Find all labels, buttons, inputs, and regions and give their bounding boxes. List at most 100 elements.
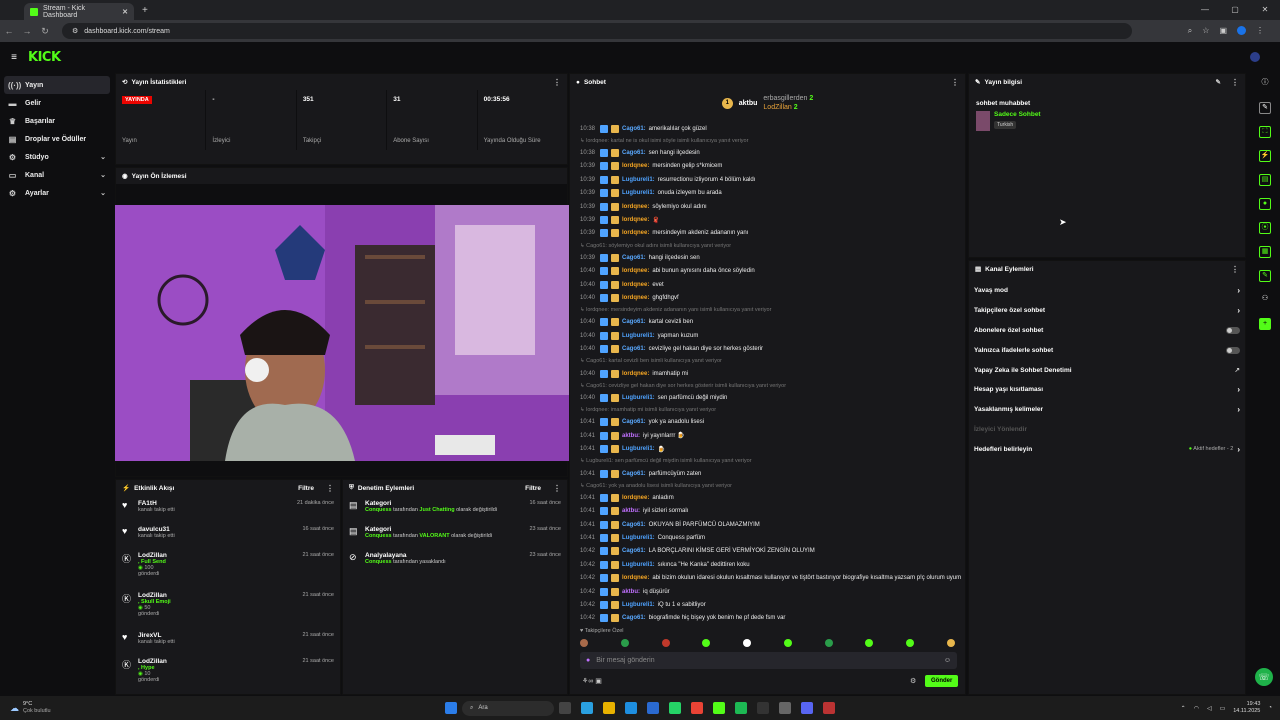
back-icon[interactable]: ← (0, 26, 18, 36)
chat-username[interactable]: lordqnee: (622, 163, 649, 169)
chat-message[interactable]: 10:40 lordqnee: imamhatip mi (570, 367, 965, 380)
chat-message[interactable]: 10:41 Cago61: OKUYAN Bİ PARFÜMCÜ OLAMAZM… (570, 518, 965, 531)
chat-message[interactable]: 10:42 Cago61: LA BORÇLARINI KİMSE GERİ V… (570, 545, 965, 558)
chat-message[interactable]: 10:39 lordqnee: mersindeyim akdeniz adan… (570, 227, 965, 240)
chat-message[interactable]: 10:41 Cago61: parfümcüyüm zaten (570, 467, 965, 480)
chat-message-list[interactable]: 10:38 Cago61: amerikalılar çok güzel ↳ lo… (570, 122, 965, 627)
sidebar-item-studyo[interactable]: ⚙ Stüdyo ⌄ (0, 148, 114, 166)
sidebar-item-gelir[interactable]: ▬ Gelir (0, 94, 114, 112)
emote-icon[interactable] (865, 639, 874, 647)
chat-username[interactable]: lordqnee: (622, 575, 649, 581)
chat-username[interactable]: Cago61: (622, 615, 646, 621)
chat-message[interactable]: 10:40 lordqnee: evet (570, 278, 965, 291)
sidebar-item-kanal[interactable]: ▭ Kanal ⌄ (0, 166, 114, 184)
filter-button[interactable]: Filtre (298, 485, 314, 492)
pencil-icon[interactable]: ✎ (1259, 102, 1271, 114)
chat-username[interactable]: Cago61: (622, 419, 646, 425)
activity-user[interactable]: LodZillan (138, 552, 297, 559)
browser-menu-icon[interactable]: ⋮ (1256, 26, 1264, 36)
chat-message[interactable]: 10:40 lordqnee: ghgfdhgvf (570, 291, 965, 304)
chat-username[interactable]: Lugbureli1: (622, 446, 655, 452)
chat-username[interactable]: aktbu: (622, 589, 640, 595)
chat-message[interactable]: 10:40 lordqnee: abi bunun aynısını daha … (570, 265, 965, 278)
chat-username[interactable]: lordqnee: (622, 204, 649, 210)
volume-icon[interactable]: ◁ (1207, 705, 1212, 712)
emote-icon[interactable] (620, 639, 629, 647)
chat-message[interactable]: 10:42 lordqnee: abi bizim okulun idaresi… (570, 572, 965, 585)
chat-username[interactable]: lordqnee: (622, 230, 649, 236)
chat-message[interactable]: 10:42 Lugbureli1: sıkınca "He Kanka" ded… (570, 558, 965, 571)
lightning-icon[interactable]: ⚡ (1259, 150, 1271, 162)
notification-icon[interactable]: ◔ (1268, 705, 1272, 711)
chat-message[interactable]: 10:40 Lugbureli1: sen parfümcü değil miy… (570, 391, 965, 404)
chat-username[interactable]: Lugbureli1: (622, 177, 655, 183)
kick-logo[interactable]: KICK (28, 50, 61, 65)
chat-message[interactable]: 10:41 aktbu: iyi yayınlarrr 🍺 (570, 429, 965, 442)
chat-icon[interactable]: ● (1259, 198, 1271, 210)
app-red-icon[interactable] (823, 702, 835, 714)
chat-message[interactable]: 10:41 lordqnee: anladım (570, 491, 965, 504)
edge-icon[interactable] (625, 702, 637, 714)
emoji-icon[interactable]: ☺ (944, 657, 951, 664)
site-info-icon[interactable]: ⚙ (72, 27, 78, 35)
emote-icon[interactable] (743, 639, 752, 647)
sidebar-item-droplar[interactable]: ▤ Droplar ve Ödüller (0, 130, 114, 148)
crop-icon[interactable]: ⛶ (1259, 126, 1271, 138)
file-explorer-icon[interactable] (603, 702, 615, 714)
battery-icon[interactable]: ▭ (1220, 705, 1226, 712)
chat-message[interactable]: 10:42 Cago61: biografimde hiç bişey yok … (570, 612, 965, 625)
chat-username[interactable]: Lugbureli1: (622, 395, 655, 401)
document-icon[interactable]: ▤ (1259, 174, 1271, 186)
store-icon[interactable] (647, 702, 659, 714)
zoom-icon[interactable]: ⌕ (1188, 26, 1192, 36)
add-widget-icon[interactable]: + (1259, 318, 1271, 330)
hamburger-menu-icon[interactable]: ≡ (0, 52, 28, 63)
browser-tab[interactable]: Stream - Kick Dashboard ✕ (24, 3, 134, 20)
discord-icon[interactable] (801, 702, 813, 714)
obs-icon[interactable] (757, 702, 769, 714)
chat-username[interactable]: lordqnee: (622, 371, 649, 377)
channel-action-row[interactable]: Abonelere özel sohbet (969, 321, 1245, 341)
kick-app-icon[interactable] (713, 702, 725, 714)
close-window-icon[interactable]: ✕ (1250, 0, 1280, 20)
chat-message[interactable]: 10:39 lordqnee: mersinden gelip s*kmicem (570, 160, 965, 173)
channel-action-row[interactable]: Yasaklanmış kelimeler › (969, 400, 1245, 420)
user-avatar[interactable] (1250, 52, 1260, 62)
bookmark-star-icon[interactable]: ☆ (1202, 26, 1209, 36)
activity-user[interactable]: FA1tH (138, 500, 291, 507)
reload-icon[interactable]: ↻ (36, 26, 54, 37)
maximize-icon[interactable]: ▢ (1220, 0, 1250, 20)
chat-message[interactable]: 10:41 Lugbureli1: 🍺 (570, 442, 965, 455)
chat-username[interactable]: lordqnee: (622, 295, 649, 301)
chat-username[interactable]: Lugbureli1: (622, 333, 655, 339)
more-options-icon[interactable]: ⋮ (1231, 78, 1239, 87)
chat-username[interactable]: Cago61: (622, 522, 646, 528)
more-options-icon[interactable]: ⋮ (951, 78, 959, 87)
activity-user[interactable]: JirexVL (138, 632, 297, 639)
channel-action-row[interactable]: Yavaş mod › (969, 281, 1245, 301)
chat-message[interactable]: 10:42 Lugbureli1: böylelikle oto bir şek… (570, 625, 965, 627)
emote-icon[interactable] (702, 639, 711, 647)
chat-username[interactable]: lordqnee: (622, 495, 649, 501)
chrome-icon[interactable] (691, 702, 703, 714)
activity-user[interactable]: LodZillan (138, 658, 297, 665)
chat-username[interactable]: lordqnee: (622, 268, 649, 274)
channel-action-row[interactable]: Takipçilere özel sohbet › (969, 301, 1245, 321)
edit-icon[interactable]: ✎ (1216, 78, 1221, 86)
leaderboard-user[interactable]: erbasgillerden (763, 95, 807, 102)
minimize-icon[interactable]: — (1190, 0, 1220, 20)
emote-icon[interactable] (946, 639, 955, 647)
wifi-icon[interactable]: ◠ (1194, 705, 1199, 712)
sidebar-item-basarilar[interactable]: ♛ Başarılar (0, 112, 114, 130)
profile-avatar[interactable] (1237, 26, 1246, 35)
chat-username[interactable]: Cago61: (622, 471, 646, 477)
taskbar-search[interactable]: ⌕ Ara (462, 700, 554, 716)
extensions-icon[interactable]: ▣ (1219, 26, 1227, 36)
chat-message[interactable]: 10:39 lordqnee: 🧣 (570, 213, 965, 226)
moderator-name[interactable]: Conquess (365, 559, 392, 565)
chat-username[interactable]: Cago61: (622, 126, 646, 132)
leaderboard-user[interactable]: aktbu (739, 100, 758, 107)
whatsapp-icon[interactable] (669, 702, 681, 714)
activity-user[interactable]: LodZillan (138, 592, 297, 599)
chat-username[interactable]: Lugbureli1: (622, 190, 655, 196)
